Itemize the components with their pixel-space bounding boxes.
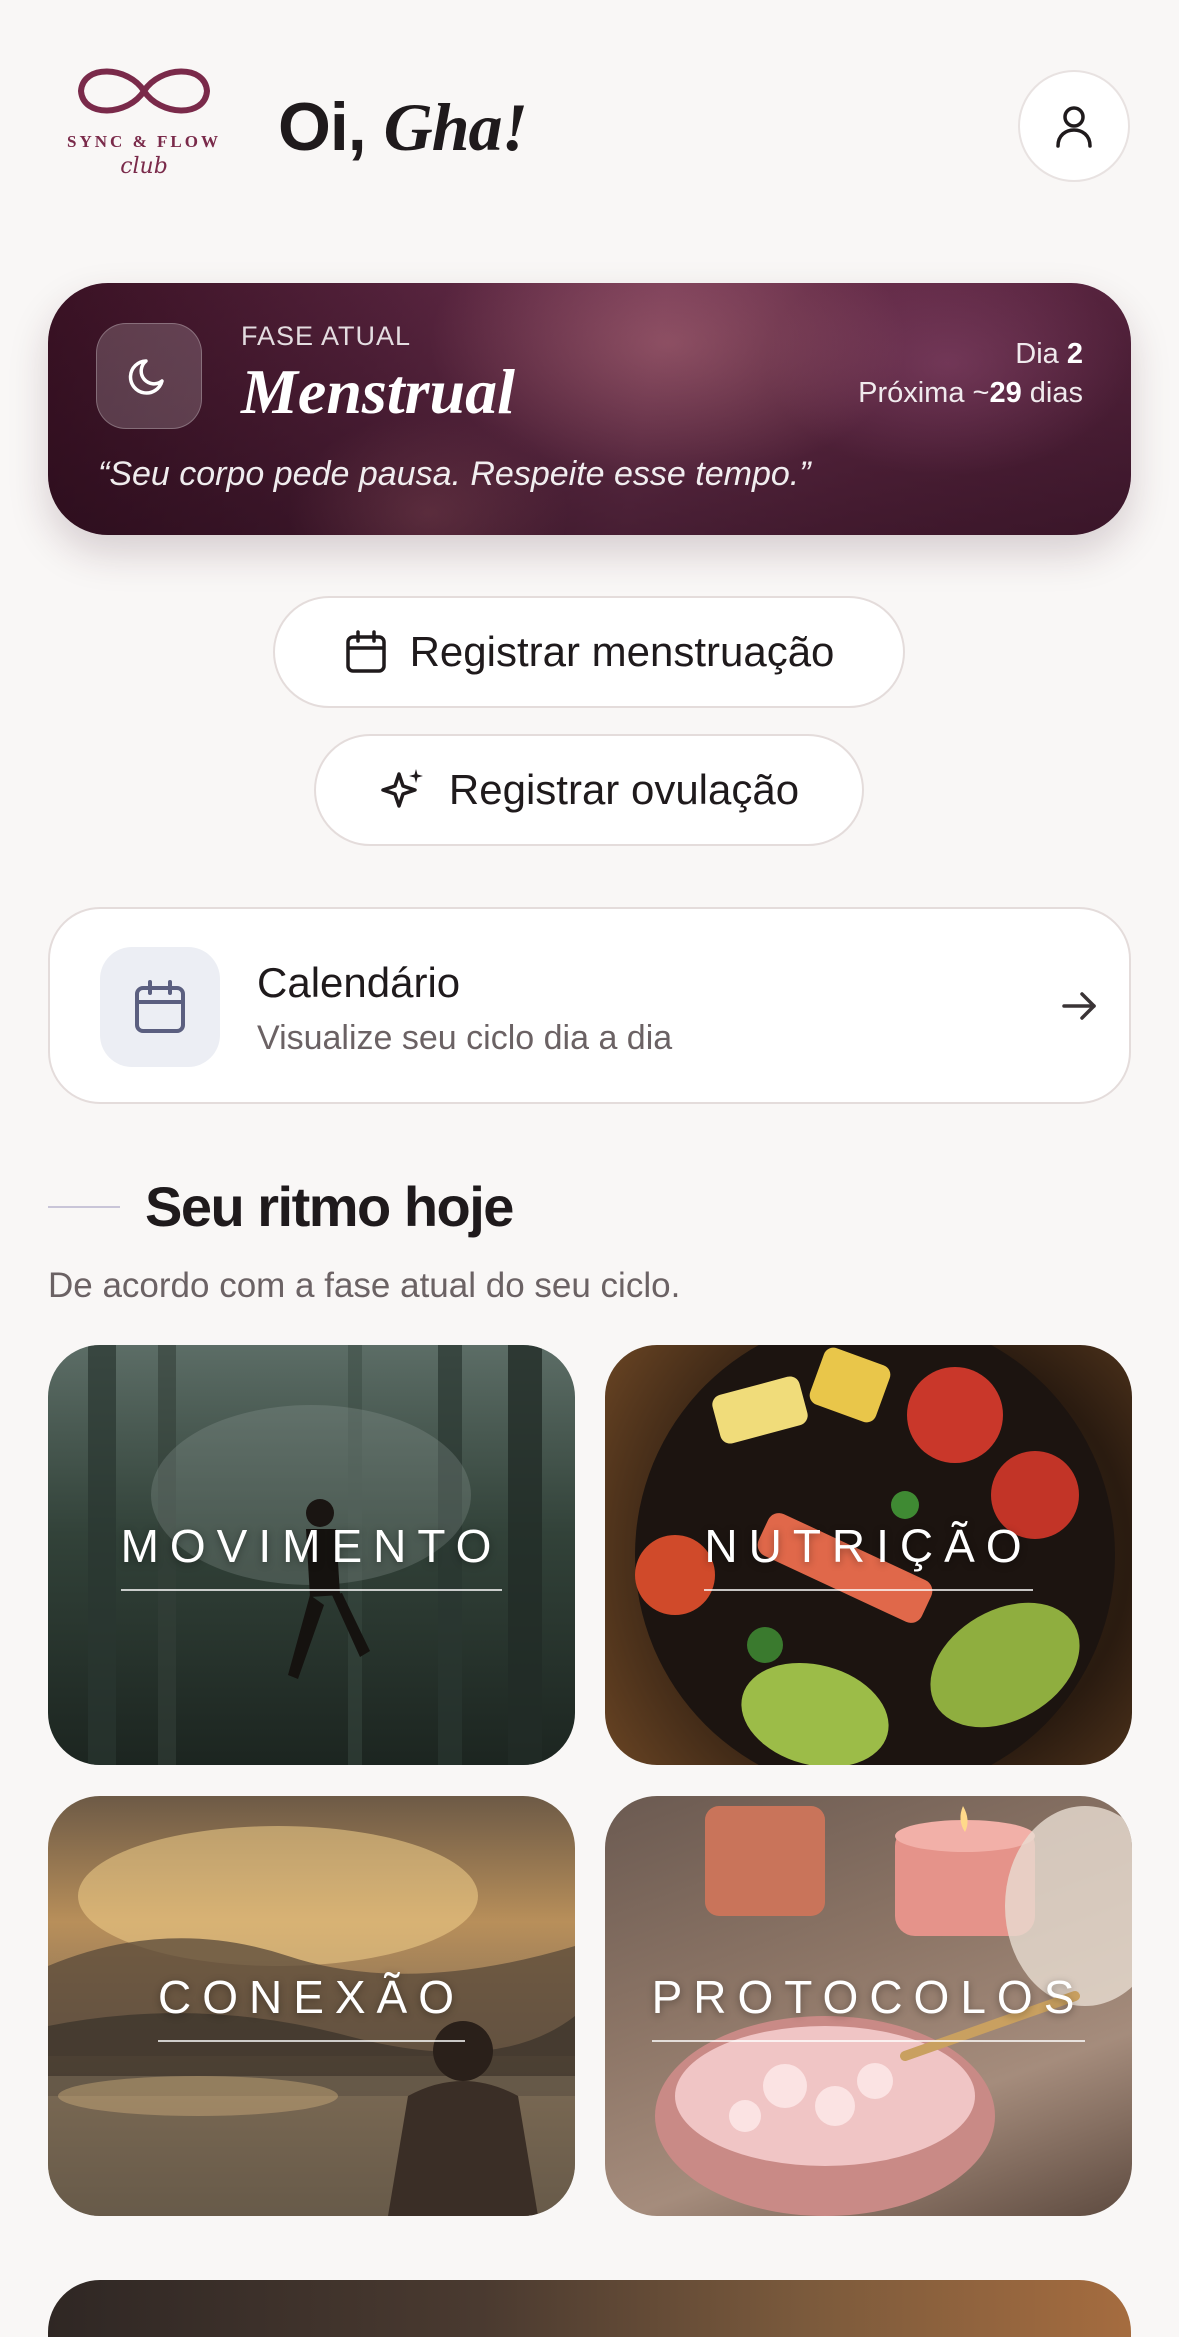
phase-icon-box (96, 323, 202, 429)
phase-name: Menstrual (241, 356, 515, 427)
phase-day-value: 2 (1066, 338, 1083, 370)
section-subtitle: De acordo com a fase atual do seu ciclo. (48, 1266, 681, 1305)
infinity-logo-icon (77, 68, 211, 114)
register-ovulation-label: Registrar ovulação (448, 766, 800, 813)
calendar-icon-box (100, 947, 220, 1067)
section-divider (48, 1206, 120, 1208)
calendar-icon (135, 980, 185, 1033)
tile-movimento[interactable]: MOVIMENTO (48, 1345, 575, 1765)
next-card-preview[interactable] (48, 2280, 1131, 2337)
calendar-title: Calendário (257, 959, 461, 1006)
calendar-subtitle: Visualize seu ciclo dia a dia (257, 1019, 673, 1057)
app-logo: SYNC & FLOW club (62, 56, 226, 196)
tile-nutricao[interactable]: NUTRIÇÃO (605, 1345, 1132, 1765)
greeting: Oi, Gha! (278, 88, 528, 167)
phase-quote: “Seu corpo pede pausa. Respeite esse tem… (98, 455, 811, 493)
phase-day-label: Dia (1015, 338, 1059, 370)
tile-conexao-label: CONEXÃO (157, 1970, 466, 2042)
next-period-unit: dias (1029, 377, 1083, 409)
register-menstruation-button[interactable]: Registrar menstruação (273, 596, 905, 708)
arrow-right-icon (1062, 992, 1096, 1020)
tile-movimento-label: MOVIMENTO (120, 1519, 503, 1591)
phase-label: FASE ATUAL (241, 321, 412, 351)
next-period-label: Próxima ~ (858, 377, 990, 409)
user-icon (1056, 106, 1092, 148)
tile-nutricao-label: NUTRIÇÃO (704, 1519, 1033, 1591)
phase-day: Dia 2 (1015, 338, 1083, 371)
section-title: Seu ritmo hoje (145, 1175, 514, 1238)
register-menstruation-label: Registrar menstruação (409, 628, 835, 675)
moon-icon (128, 359, 164, 395)
logo-text: SYNC & FLOW (67, 132, 221, 151)
next-period-value: 29 (989, 377, 1022, 409)
profile-button[interactable] (1018, 70, 1130, 182)
calendar-icon (345, 630, 386, 673)
register-ovulation-button[interactable]: Registrar ovulação (314, 734, 864, 846)
header: SYNC & FLOW club Oi, Gha! (0, 0, 1179, 250)
logo-subtext: club (120, 154, 168, 179)
greeting-prefix: Oi, (278, 89, 367, 165)
current-phase-card[interactable]: FASE ATUAL Menstrual Dia 2 Próxima ~29 d… (48, 283, 1131, 535)
sparkles-icon (381, 769, 423, 808)
tile-protocolos[interactable]: PROTOCOLOS (605, 1796, 1132, 2216)
greeting-name: Gha! (383, 89, 528, 165)
calendar-card[interactable]: Calendário Visualize seu ciclo dia a dia (48, 907, 1131, 1104)
tile-protocolos-label: PROTOCOLOS (651, 1970, 1086, 2042)
next-period: Próxima ~29 dias (858, 377, 1083, 410)
tile-conexao[interactable]: CONEXÃO (48, 1796, 575, 2216)
